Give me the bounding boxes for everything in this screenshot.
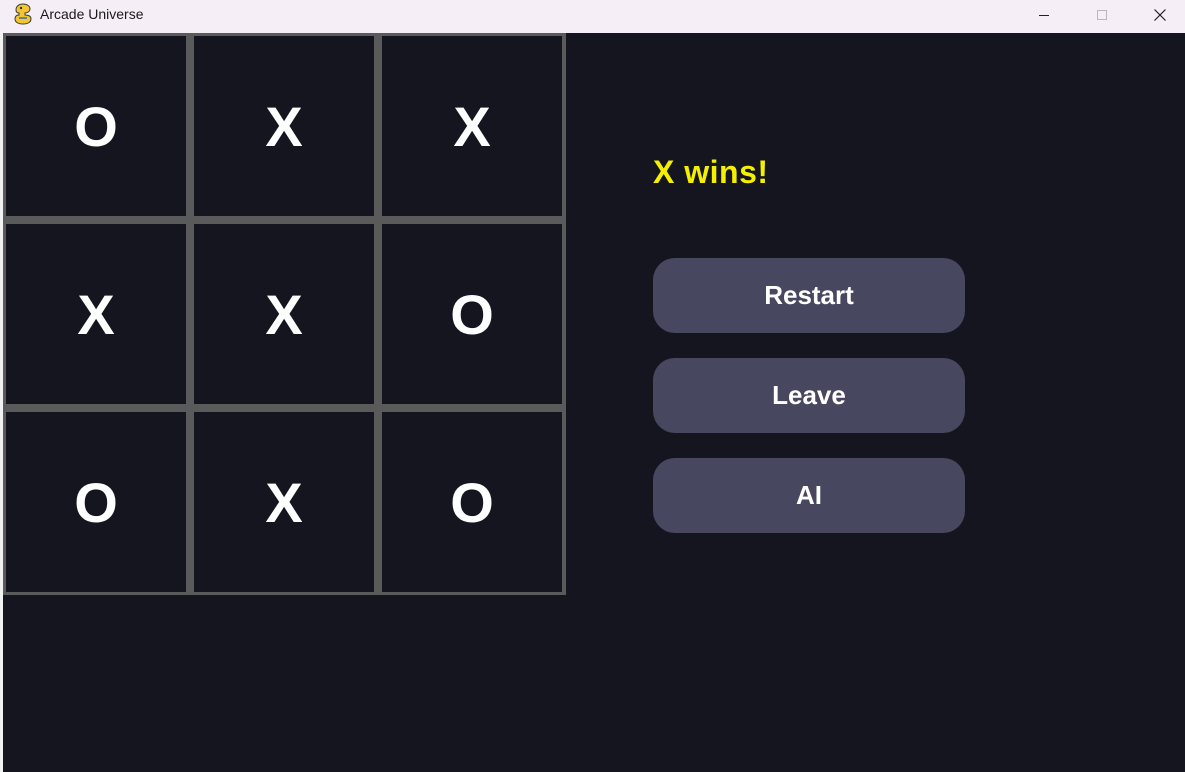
board-cell-5[interactable]: O [382,224,562,404]
board-cell-8[interactable]: O [382,412,562,592]
board-cell-0[interactable]: O [6,36,186,216]
leave-button[interactable]: Leave [653,358,965,433]
board-cell-2[interactable]: X [382,36,562,216]
tic-tac-toe-board: O X X X X O O X O [3,33,566,595]
restart-button[interactable]: Restart [653,258,965,333]
ai-button[interactable]: AI [653,458,965,533]
close-button[interactable] [1131,0,1185,30]
board-cell-4[interactable]: X [194,224,374,404]
app-window: Arcade Universe O X X X X O O X O X wins… [0,0,1185,772]
board-cell-3[interactable]: X [6,224,186,404]
game-status-message: X wins! [653,154,769,190]
board-cell-6[interactable]: O [6,412,186,592]
pygame-snake-icon [13,3,33,25]
minimize-button[interactable] [1015,0,1073,30]
maximize-button[interactable] [1073,0,1131,30]
title-bar[interactable]: Arcade Universe [0,0,1185,33]
maximize-icon [1097,10,1107,20]
board-cell-7[interactable]: X [194,412,374,592]
window-title: Arcade Universe [40,6,144,22]
close-icon [1154,9,1166,21]
minimize-icon [1039,15,1049,16]
board-cell-1[interactable]: X [194,36,374,216]
